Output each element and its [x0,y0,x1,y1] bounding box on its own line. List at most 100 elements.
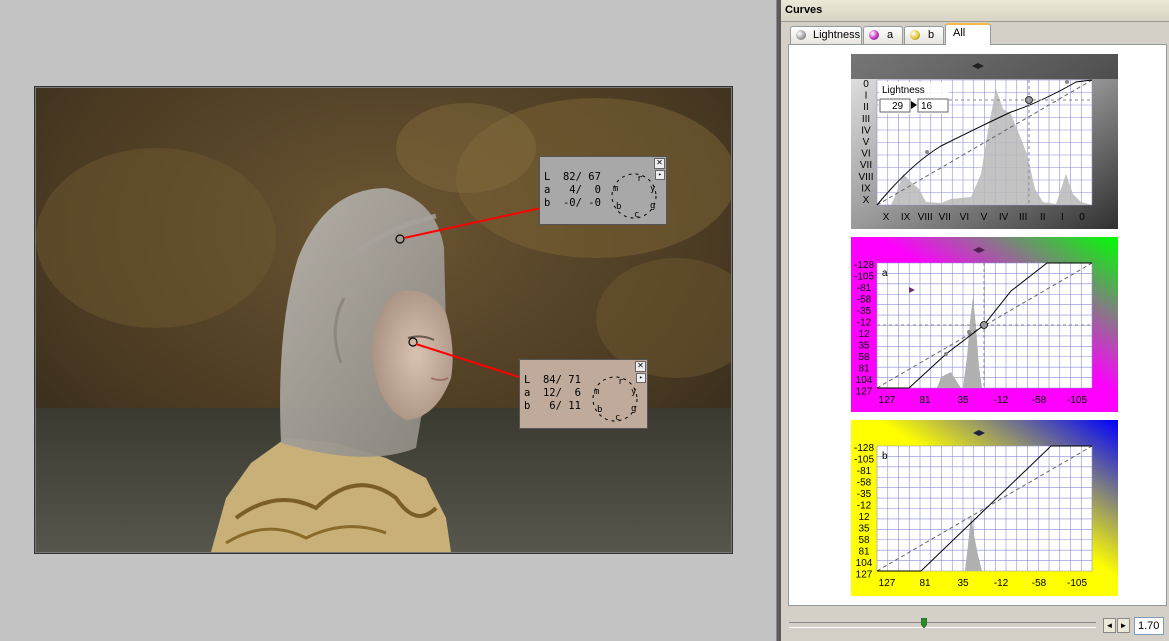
y-tick-label: -128 [854,260,874,271]
zoom-slider-thumb[interactable] [921,618,927,628]
tab-b[interactable]: b [904,26,944,44]
x-tick-label: 0 [1079,212,1085,223]
y-tick-label: -81 [857,283,872,294]
curve-point-icon[interactable] [925,150,929,154]
tab-a[interactable]: a [863,26,903,44]
b-label: b [882,451,888,462]
wheel-label: g [631,404,636,414]
y-tick-label: -58 [857,478,872,489]
x-tick-label: -58 [1032,395,1047,406]
arrow-right-icon: ► [1119,621,1128,630]
curve-point-icon[interactable] [944,352,948,356]
y-tick-label: 127 [856,570,873,581]
curve-point-icon[interactable] [967,330,971,334]
zoom-bar: ◄ ► 1.70 [781,612,1169,641]
y-tick-label: 0 [863,79,869,90]
curve-point-icon[interactable] [1025,96,1033,104]
wheel-label: r [637,174,643,184]
zoom-slider[interactable] [789,622,1096,628]
y-tick-label: IX [861,183,871,194]
x-tick-label: III [1019,212,1027,223]
tab-label: All [953,27,966,39]
y-tick-label: 35 [858,341,870,352]
probe-row-a: a 12/ 6 [524,387,581,399]
image-workspace: ✕ ▸ L 82/ 67 a 4/ 0 b -0/ -0 r y g c b m… [0,0,776,641]
tab-all[interactable]: All [945,23,991,45]
curves-tab-body: Lightness 29 16 0 I II III IV V VI VII VIII IX X X… [788,44,1167,606]
probe-row-l: L 82/ 67 [544,171,601,183]
b-curve-panel[interactable]: b -128-105-81-58-35-1212355881104127 127… [851,420,1118,596]
x-tick-label: 127 [879,395,896,406]
zoom-decrease-button[interactable]: ◄ [1103,618,1116,633]
tab-lightness[interactable]: Lightness [790,26,862,44]
x-tick-label: I [1061,212,1064,223]
wheel-label: r [618,377,624,387]
curves-panel: Curves Lightness a b All Lightness 29 16… [781,0,1169,641]
y-tick-label: 12 [858,512,870,523]
probe-close-icon[interactable]: ✕ [654,158,665,169]
y-tick-label: 12 [858,329,870,340]
x-tick-label: -58 [1032,578,1047,589]
x-tick-label: VIII [918,212,933,223]
color-wheel-icon: r y g c b m [592,376,638,423]
y-tick-label: -81 [857,466,872,477]
x-tick-label: -12 [994,578,1009,589]
y-tick-label: 58 [858,352,870,363]
y-tick-label: VIII [858,172,873,183]
x-tick-label: VI [960,212,969,223]
x-tick-label: IX [901,212,911,223]
wheel-label: m [613,184,618,194]
y-tick-label: -12 [857,318,872,329]
y-tick-label: II [863,102,869,113]
probe-popup-1[interactable]: ✕ ▸ L 82/ 67 a 4/ 0 b -0/ -0 r y g c b m [539,156,667,225]
y-tick-label: -58 [857,295,872,306]
y-tick-label: VI [861,149,870,160]
probe-close-icon[interactable]: ✕ [635,361,646,372]
y-tick-label: 81 [858,364,870,375]
probe-row-b: b 6/ 11 [524,400,581,412]
x-tick-label: 81 [919,578,931,589]
curve-point-icon[interactable] [1065,80,1069,84]
y-tick-label: -12 [857,501,872,512]
y-tick-label: X [863,195,870,206]
y-tick-label: 104 [856,558,873,569]
y-tick-label: 35 [858,524,870,535]
x-tick-label: 127 [879,578,896,589]
x-tick-label: -105 [1067,578,1087,589]
x-tick-label: 35 [957,578,969,589]
tab-label: Lightness [813,29,861,41]
zoom-value-field[interactable]: 1.70 [1134,617,1164,635]
wheel-label: y [650,184,656,194]
x-tick-label: -105 [1067,395,1087,406]
probe-popup-2[interactable]: ✕ ▸ L 84/ 71 a 12/ 6 b 6/ 11 r y g c b m [519,359,648,429]
y-tick-label: 58 [858,535,870,546]
y-tick-label: I [865,91,868,102]
wheel-label: b [597,405,602,415]
panel-title: Curves [785,4,823,16]
tab-label: a [887,29,894,41]
wheel-label: c [634,210,639,220]
x-tick-label: II [1040,212,1046,223]
y-tick-label: -35 [857,489,872,500]
zoom-increase-button[interactable]: ► [1117,618,1130,633]
lightness-curve-panel[interactable]: Lightness 29 16 0IIIIIIIVVVIVIIVIIIIXX X… [851,54,1118,229]
probe-row-l: L 84/ 71 [524,374,581,386]
y-tick-label: 81 [858,547,870,558]
lightness-output-value: 16 [921,101,933,112]
x-tick-label: IV [999,212,1009,223]
probe-row-a: a 4/ 0 [544,184,601,196]
y-tick-label: V [863,137,870,148]
lightness-sphere-icon [796,30,806,40]
color-wheel-icon: r y g c b m [611,173,657,220]
a-curve-panel[interactable]: a -128-105-81-58-35-1212355881104127 127… [851,237,1118,412]
wheel-label: b [616,202,621,212]
x-tick-label: 81 [919,395,931,406]
y-tick-label: -128 [854,443,874,454]
x-tick-label: X [883,212,890,223]
x-tick-label: V [981,212,988,223]
b-channel-sphere-icon [910,30,920,40]
wheel-label: c [615,413,620,423]
wheel-label: y [631,387,637,397]
a-channel-sphere-icon [869,30,879,40]
curve-point-icon[interactable] [980,321,988,329]
